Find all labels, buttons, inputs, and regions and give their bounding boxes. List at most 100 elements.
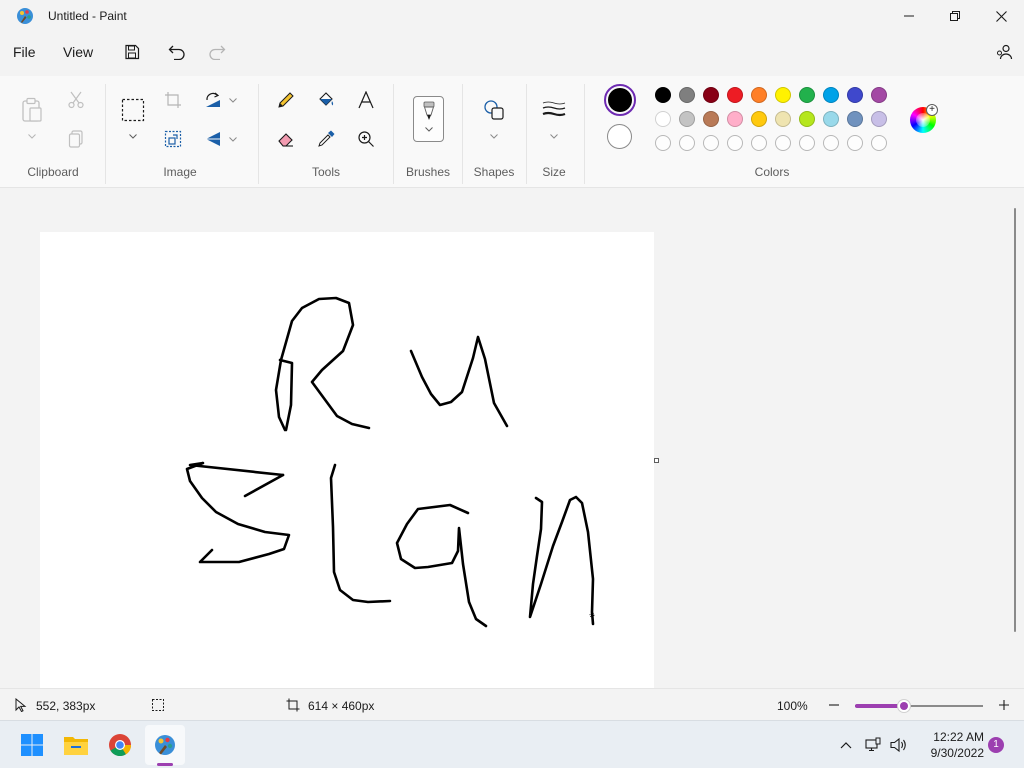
notification-badge[interactable]: 1 (988, 737, 1004, 753)
copy-button[interactable] (62, 125, 90, 153)
zoom-out-button[interactable] (826, 697, 842, 713)
chevron-down-icon (28, 133, 36, 139)
color-picker-tool[interactable] (312, 125, 340, 153)
select-dropdown[interactable] (128, 131, 138, 141)
rotate-icon (206, 92, 220, 107)
chevron-down-icon (490, 133, 498, 139)
ribbon-toolbar: Clipboard Image Tools Brushes Shapes Siz… (0, 76, 1024, 188)
restore-button[interactable] (932, 0, 978, 32)
custom-color-slot[interactable] (751, 135, 767, 151)
color-swatch[interactable] (799, 87, 815, 103)
custom-color-slot[interactable] (679, 135, 695, 151)
brushes-button[interactable] (413, 96, 444, 142)
flip-button[interactable] (199, 125, 227, 153)
paint-taskbar-button[interactable] (145, 725, 185, 765)
volume-button[interactable] (888, 725, 910, 765)
workspace (0, 190, 1024, 688)
color-swatch[interactable] (871, 87, 887, 103)
eraser-tool[interactable] (272, 125, 300, 153)
color-swatch[interactable] (871, 111, 887, 127)
color-swatch[interactable] (703, 111, 719, 127)
color-swatch[interactable] (703, 87, 719, 103)
color-swatch[interactable] (751, 87, 767, 103)
file-explorer-button[interactable] (56, 725, 96, 765)
custom-color-slot[interactable] (847, 135, 863, 151)
cut-button[interactable] (62, 86, 90, 114)
canvas-resize-handle[interactable] (654, 458, 659, 463)
pencil-icon (278, 92, 294, 108)
drawing-canvas[interactable] (40, 232, 654, 688)
text-tool[interactable] (352, 86, 380, 114)
ribbon-divider (258, 84, 259, 184)
flip-dropdown[interactable] (228, 134, 238, 144)
menu-bar: File View (0, 32, 1024, 72)
rotate-button[interactable] (199, 86, 227, 114)
chrome-button[interactable] (100, 725, 140, 765)
color-swatch[interactable] (799, 111, 815, 127)
color-swatch[interactable] (679, 87, 695, 103)
save-button[interactable] (118, 40, 146, 64)
size-dropdown[interactable] (549, 131, 559, 141)
rotate-dropdown[interactable] (228, 95, 238, 105)
network-button[interactable] (862, 725, 884, 765)
color-swatch[interactable] (847, 87, 863, 103)
taskbar-clock[interactable]: 12:22 AM 9/30/2022 (914, 729, 984, 761)
zoom-in-button[interactable] (996, 697, 1012, 713)
zoom-slider[interactable] (855, 699, 983, 713)
fill-tool[interactable] (312, 86, 340, 114)
custom-color-slot[interactable] (823, 135, 839, 151)
custom-color-slot[interactable] (727, 135, 743, 151)
paste-dropdown[interactable] (27, 131, 37, 141)
custom-color-slot[interactable] (655, 135, 671, 151)
color-swatch[interactable] (847, 111, 863, 127)
magnifier-tool[interactable] (352, 125, 380, 153)
custom-color-slot[interactable] (871, 135, 887, 151)
color-swatch[interactable] (655, 111, 671, 127)
paste-button[interactable] (18, 96, 46, 124)
secondary-color-swatch[interactable] (607, 124, 632, 149)
crop-icon (165, 92, 181, 108)
cursor-position: 552, 383px (36, 699, 96, 713)
color-swatch[interactable] (823, 111, 839, 127)
undo-button[interactable] (163, 40, 191, 64)
group-label-size: Size (542, 165, 566, 179)
color-swatch[interactable] (727, 111, 743, 127)
close-button[interactable] (978, 0, 1024, 32)
undo-icon (168, 45, 185, 60)
minimize-button[interactable] (886, 0, 932, 32)
custom-color-slot[interactable] (799, 135, 815, 151)
vertical-scrollbar[interactable] (1014, 208, 1016, 632)
menu-view[interactable]: View (63, 44, 93, 60)
color-swatch[interactable] (775, 111, 791, 127)
color-swatch[interactable] (775, 87, 791, 103)
redo-button[interactable] (203, 40, 231, 64)
primary-color-swatch[interactable] (604, 84, 636, 116)
custom-color-slot[interactable] (775, 135, 791, 151)
color-swatch[interactable] (679, 111, 695, 127)
ribbon-divider (105, 84, 106, 184)
color-swatch[interactable] (655, 87, 671, 103)
chevron-down-icon (550, 133, 558, 139)
crop-button[interactable] (159, 86, 187, 114)
taskbar: 12:22 AM 9/30/2022 1 (0, 720, 1024, 768)
color-swatch[interactable] (823, 87, 839, 103)
pencil-tool[interactable] (272, 86, 300, 114)
zoom-slider-thumb[interactable] (896, 699, 911, 713)
minus-icon (829, 704, 839, 706)
color-swatch[interactable] (727, 87, 743, 103)
start-button[interactable] (12, 725, 52, 765)
custom-color-slot[interactable] (703, 135, 719, 151)
shapes-dropdown[interactable] (489, 131, 499, 141)
title-bar: Untitled - Paint (0, 0, 1024, 32)
show-hidden-icons-button[interactable] (834, 725, 858, 765)
cursor-icon (13, 697, 29, 713)
size-button[interactable] (540, 96, 568, 124)
share-button[interactable] (990, 40, 1018, 64)
shapes-button[interactable] (480, 96, 508, 124)
select-button[interactable] (119, 96, 147, 124)
line-width-icon (542, 101, 566, 117)
color-swatch[interactable] (751, 111, 767, 127)
resize-button[interactable] (159, 125, 187, 153)
menu-file[interactable]: File (13, 44, 36, 60)
group-label-image: Image (163, 165, 197, 179)
